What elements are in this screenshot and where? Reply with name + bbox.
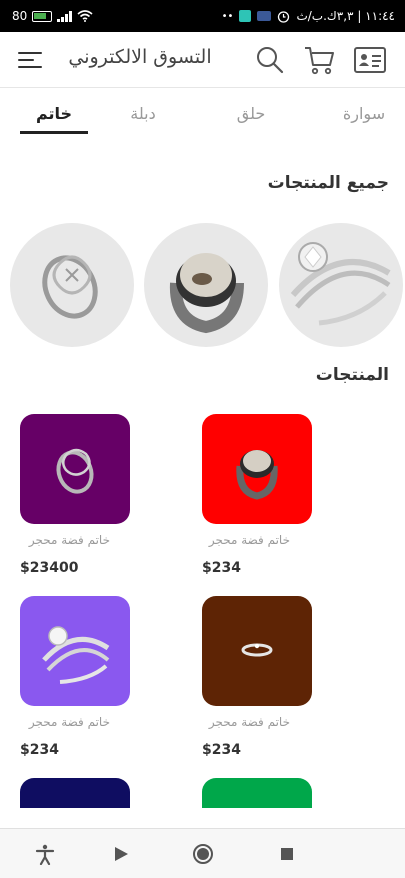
app-bar: التسوق الالكتروني [0, 32, 405, 88]
status-bar: 80 •• ١١:٤٤ | ٣,٣ك.ب/ث [0, 0, 405, 32]
tab-earrings[interactable]: حلق [216, 104, 286, 123]
tab-bracelet[interactable]: سوارة [329, 104, 399, 123]
product-name: خاتم فضة محجر [28, 533, 110, 547]
product-name: خاتم فضة محجر [208, 533, 290, 547]
tab-wedding-ring[interactable]: دبلة [108, 104, 178, 123]
circle-product-agate-ring[interactable] [144, 223, 268, 347]
status-right: •• ١١:٤٤ | ٣,٣ك.ب/ث [222, 9, 395, 23]
product-name: خاتم فضة محجر [208, 715, 290, 729]
status-left: 80 [12, 9, 93, 23]
product-card-image[interactable] [20, 596, 130, 706]
agate-ring-image [169, 253, 244, 334]
category-tabs: سوارة حلق دبلة خاتم [0, 96, 405, 136]
battery-level: 80 [12, 9, 28, 23]
celtic-ring-image [56, 448, 94, 494]
product-price: $234 [20, 742, 59, 758]
system-nav-bar [0, 828, 405, 878]
signal-icon [57, 10, 73, 22]
home-icon[interactable] [192, 843, 214, 865]
wifi-icon [77, 10, 93, 22]
app-notification-icon [257, 11, 272, 21]
tab-indicator [20, 131, 88, 134]
product-price: $234 [202, 560, 241, 576]
alarm-icon [278, 10, 290, 23]
battery-icon [32, 10, 53, 22]
product-card-image[interactable] [202, 596, 312, 706]
product-card-image[interactable] [202, 414, 312, 524]
search-icon[interactable] [254, 44, 286, 76]
accessibility-icon[interactable] [34, 843, 56, 865]
circle-product-celtic-ring[interactable] [10, 223, 134, 347]
tab-ring[interactable]: خاتم [19, 104, 89, 123]
diamond-ring-image [290, 242, 391, 326]
agate-ring-image [236, 450, 278, 500]
shield-icon [239, 10, 252, 22]
product-card-image[interactable] [20, 414, 130, 524]
all-products-heading: جميع المنتجات [267, 173, 389, 193]
more-notifications-icon: •• [221, 10, 234, 22]
product-name: خاتم فضة محجر [28, 715, 110, 729]
page-title: التسوق الالكتروني [68, 46, 212, 68]
products-heading: المنتجات [315, 365, 389, 385]
cart-icon[interactable] [303, 44, 335, 76]
status-time: ١١:٤٤ | ٣,٣ك.ب/ث [296, 9, 395, 23]
contact-card-icon[interactable] [354, 44, 386, 76]
product-card-image[interactable] [20, 778, 130, 808]
menu-icon[interactable] [18, 50, 42, 70]
circle-product-diamond-ring[interactable] [279, 223, 403, 347]
stop-icon[interactable] [276, 843, 298, 865]
wedding-band-image [241, 643, 273, 657]
product-price: $234 [202, 742, 241, 758]
product-price: $23400 [20, 560, 79, 576]
play-icon[interactable] [110, 843, 132, 865]
celtic-ring-image [42, 255, 98, 319]
diamond-ring-image [42, 626, 110, 684]
product-card-image[interactable] [202, 778, 312, 808]
